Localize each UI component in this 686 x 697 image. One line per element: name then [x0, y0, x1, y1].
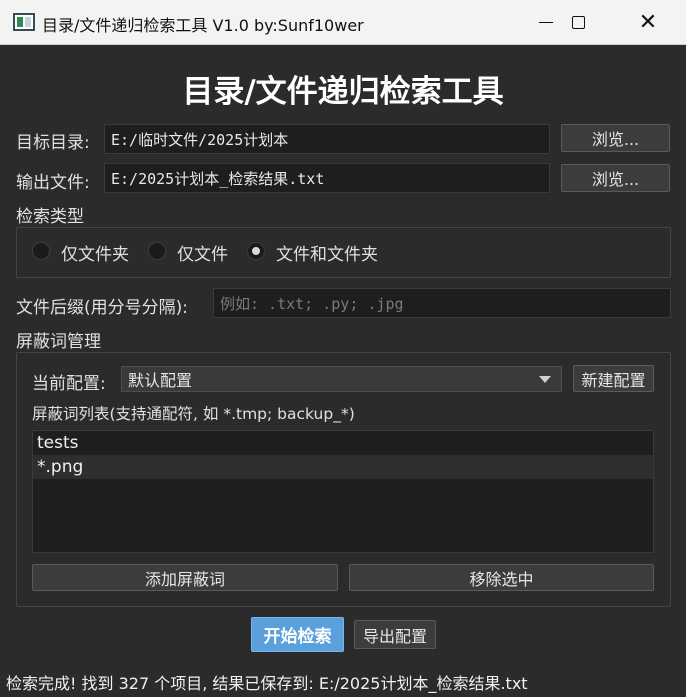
block-words-list[interactable]: tests *.png: [32, 430, 654, 553]
export-config-button[interactable]: 导出配置: [354, 620, 436, 649]
config-label: 当前配置:: [32, 374, 106, 394]
config-select-value: 默认配置: [128, 371, 193, 390]
radio-files-and-folders[interactable]: [247, 242, 265, 260]
search-type-title: 检索类型: [16, 207, 84, 227]
config-select[interactable]: 默认配置: [121, 366, 562, 392]
output-file-input[interactable]: E:/2025计划本_检索结果.txt: [104, 163, 550, 193]
radio-folders-only[interactable]: [32, 242, 50, 260]
window-title: 目录/文件递归检索工具 V1.0 by:Sunf10wer: [42, 16, 364, 35]
radio-files-only[interactable]: [148, 242, 166, 260]
radio-files-and-folders-label[interactable]: 文件和文件夹: [276, 240, 378, 265]
title-bar: 目录/文件递归检索工具 V1.0 by:Sunf10wer ✕: [0, 0, 686, 45]
status-bar-text: 检索完成! 找到 327 个项目, 结果已保存到: E:/2025计划本_检索结…: [6, 674, 528, 693]
output-file-label: 输出文件:: [16, 173, 90, 193]
chevron-down-icon: [539, 376, 551, 383]
target-dir-browse-button[interactable]: 浏览...: [561, 124, 670, 152]
start-search-button[interactable]: 开始检索: [251, 617, 344, 652]
block-list-label: 屏蔽词列表(支持通配符, 如 *.tmp; backup_*): [32, 405, 355, 423]
page-title: 目录/文件递归检索工具: [182, 74, 504, 110]
app-icon: [13, 13, 35, 31]
list-item[interactable]: *.png: [33, 455, 653, 479]
add-block-word-button[interactable]: 添加屏蔽词: [32, 564, 338, 591]
target-dir-input[interactable]: E:/临时文件/2025计划本: [104, 124, 550, 154]
new-config-button[interactable]: 新建配置: [573, 365, 654, 392]
extension-input[interactable]: 例如: .txt; .py; .jpg: [213, 288, 671, 318]
maximize-button[interactable]: [550, 0, 606, 45]
maximize-icon: [571, 16, 585, 29]
list-item[interactable]: tests: [33, 431, 653, 455]
block-words-title: 屏蔽词管理: [16, 332, 101, 352]
radio-files-only-label[interactable]: 仅文件: [177, 240, 228, 265]
remove-selected-button[interactable]: 移除选中: [349, 564, 654, 591]
target-dir-label: 目标目录:: [16, 133, 90, 153]
radio-folders-only-label[interactable]: 仅文件夹: [61, 240, 129, 265]
close-button[interactable]: ✕: [620, 0, 676, 45]
close-icon: ✕: [638, 9, 658, 35]
output-file-browse-button[interactable]: 浏览...: [561, 164, 670, 192]
extension-label: 文件后缀(用分号分隔):: [16, 298, 188, 318]
